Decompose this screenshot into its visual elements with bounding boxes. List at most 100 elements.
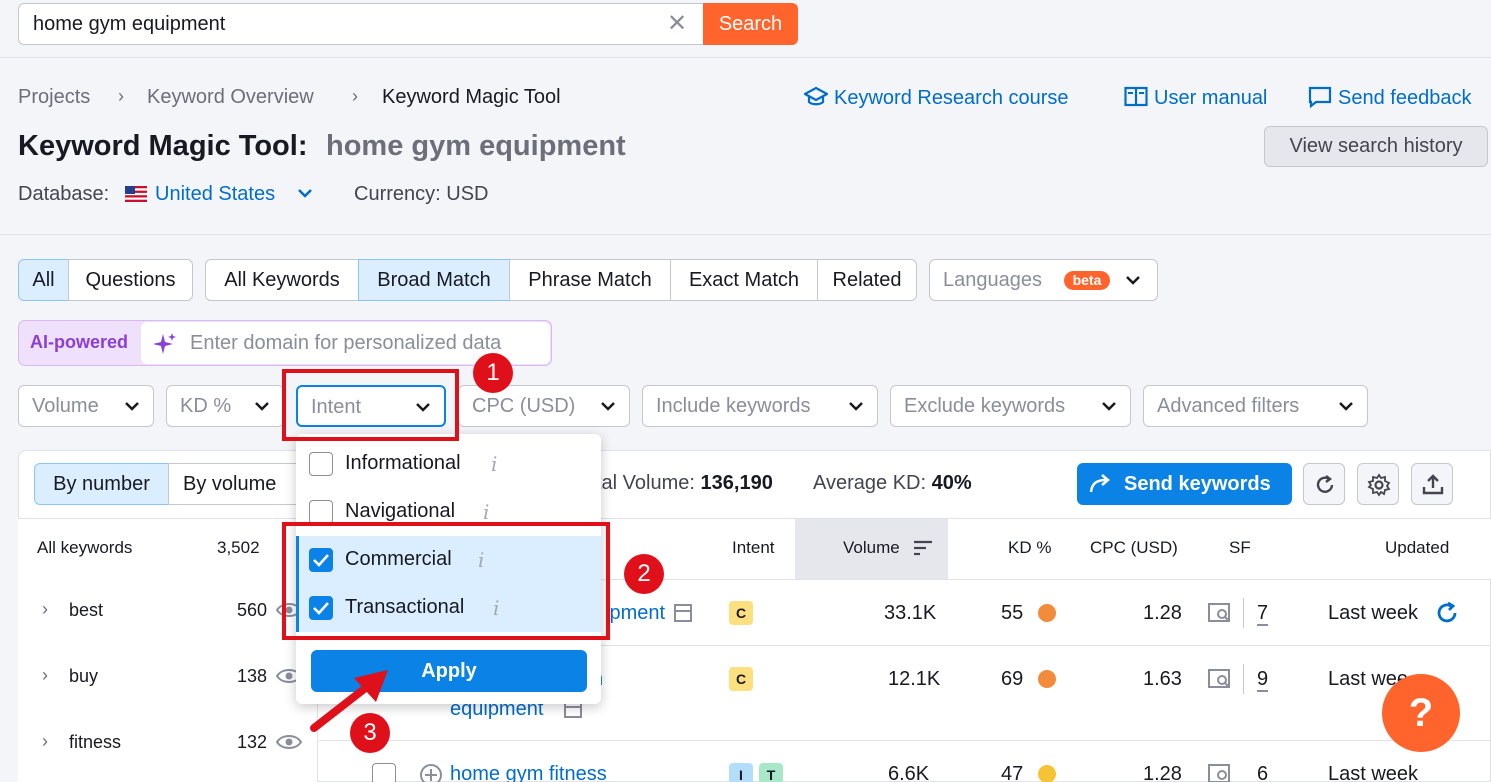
sparkle-icon — [153, 333, 176, 354]
add-circle-icon[interactable] — [419, 763, 443, 782]
chevron-right-icon: › — [352, 86, 358, 106]
tab-exact-match[interactable]: Exact Match — [670, 259, 818, 301]
filter-include-keywords[interactable]: Include keywords — [642, 385, 878, 427]
export-button[interactable] — [1411, 463, 1453, 505]
filter-advanced[interactable]: Advanced filters — [1143, 385, 1368, 427]
total-volume-label: tal Volume: — [596, 472, 695, 494]
column-header-cpc[interactable]: CPC (USD) — [1090, 538, 1178, 558]
group-count: 560 — [237, 600, 268, 620]
feedback-link[interactable]: Send feedback — [1308, 86, 1471, 110]
sort-icon[interactable] — [913, 539, 933, 557]
filter-kd[interactable]: KD % — [166, 385, 284, 427]
chevron-right-icon[interactable]: › — [42, 731, 48, 752]
intent-badge-commercial: C — [729, 601, 753, 625]
info-icon[interactable]: i — [483, 500, 489, 524]
tab-broad-match[interactable]: Broad Match — [358, 259, 510, 301]
kd-dot — [1038, 765, 1056, 782]
informational-label[interactable]: Informational — [345, 452, 461, 475]
annotation-box-intent — [282, 369, 459, 441]
kd-cell: 69 — [1001, 668, 1024, 690]
annotation-step-2: 2 — [624, 554, 664, 594]
chevron-down-icon — [1102, 402, 1116, 411]
informational-checkbox[interactable] — [309, 452, 333, 476]
refresh-button[interactable] — [1303, 463, 1345, 505]
keyword-link[interactable]: ipment — [605, 602, 665, 625]
volume-cell: 12.1K — [888, 668, 941, 690]
chevron-down-icon — [125, 402, 139, 411]
refresh-icon[interactable] — [1435, 601, 1459, 625]
page-query: home gym equipment — [326, 130, 626, 162]
filter-advanced-label: Advanced filters — [1157, 395, 1300, 417]
navigational-label[interactable]: Navigational — [345, 500, 455, 523]
kd-dot — [1038, 670, 1056, 688]
filter-cpc[interactable]: CPC (USD) — [458, 385, 630, 427]
tab-related[interactable]: Related — [817, 259, 917, 301]
languages-label: Languages — [943, 269, 1042, 291]
row-separator — [319, 740, 1491, 741]
row-checkbox[interactable] — [372, 763, 396, 782]
sf-count[interactable]: 7 — [1257, 602, 1268, 625]
filter-cpc-label: CPC (USD) — [472, 395, 576, 417]
column-header-kd[interactable]: KD % — [1008, 538, 1051, 558]
tab-questions[interactable]: Questions — [68, 259, 193, 301]
column-header-intent[interactable]: Intent — [732, 538, 775, 558]
serp-search-icon[interactable] — [1207, 762, 1233, 782]
refresh-icon — [1316, 475, 1334, 493]
ai-domain-placeholder: Enter domain for personalized data — [190, 332, 502, 354]
search-button[interactable]: Search — [703, 3, 798, 45]
total-volume: tal Volume: 136,190 — [596, 472, 773, 495]
page-title: Keyword Magic Tool: — [18, 130, 308, 162]
column-header-sf[interactable]: SF — [1229, 538, 1251, 558]
breadcrumb-keyword-overview[interactable]: Keyword Overview — [147, 86, 314, 109]
average-kd: Average KD: 40% — [813, 472, 972, 495]
help-button[interactable]: ? — [1382, 674, 1460, 752]
close-icon[interactable]: ✕ — [662, 10, 692, 38]
chevron-down-icon — [601, 402, 615, 411]
settings-button[interactable] — [1357, 463, 1399, 505]
filter-kd-label: KD % — [180, 395, 232, 417]
tab-phrase-match[interactable]: Phrase Match — [509, 259, 671, 301]
filter-exclude-keywords[interactable]: Exclude keywords — [890, 385, 1131, 427]
updated-cell: Last week — [1328, 763, 1419, 782]
group-item-buy[interactable]: buy — [69, 666, 98, 687]
average-kd-label: Average KD: — [813, 472, 927, 494]
beta-badge: beta — [1064, 271, 1110, 290]
sf-count[interactable]: 9 — [1257, 668, 1268, 691]
database-select[interactable]: United States — [155, 183, 275, 206]
currency-label: Currency: USD — [354, 183, 489, 205]
cpc-cell: 1.63 — [1143, 668, 1182, 690]
serp-search-icon[interactable] — [1207, 667, 1233, 691]
chevron-right-icon: › — [118, 86, 124, 106]
search-input[interactable] — [18, 3, 704, 45]
manual-link[interactable]: User manual — [1124, 86, 1267, 110]
toggle-by-volume[interactable]: By volume — [168, 463, 298, 505]
serp-search-icon[interactable] — [1207, 601, 1233, 625]
kd-cell: 55 — [1001, 602, 1024, 624]
book-icon — [1124, 86, 1148, 107]
group-item-fitness[interactable]: fitness — [69, 732, 121, 753]
toggle-by-number[interactable]: By number — [34, 463, 169, 505]
filter-exclude-label: Exclude keywords — [904, 395, 1066, 417]
chevron-down-icon[interactable] — [296, 186, 314, 200]
chevron-right-icon[interactable]: › — [42, 665, 48, 686]
group-item-best[interactable]: best — [69, 600, 103, 621]
kd-cell: 47 — [1001, 763, 1024, 782]
keyword-link[interactable]: home gym fitness — [450, 763, 607, 782]
info-icon[interactable]: i — [491, 452, 497, 476]
eye-icon[interactable] — [276, 732, 302, 752]
navigational-checkbox[interactable] — [309, 500, 333, 524]
cpc-cell: 1.28 — [1143, 602, 1182, 624]
breadcrumb-projects[interactable]: Projects — [18, 86, 90, 109]
tab-all-keywords[interactable]: All Keywords — [205, 259, 359, 301]
column-header-volume[interactable]: Volume — [843, 538, 900, 558]
serp-icon[interactable] — [673, 603, 693, 623]
filter-volume[interactable]: Volume — [18, 385, 154, 427]
us-flag-icon — [125, 186, 147, 202]
tab-all[interactable]: All — [18, 259, 69, 301]
chevron-right-icon[interactable]: › — [42, 599, 48, 620]
view-search-history-button[interactable]: View search history — [1264, 126, 1488, 167]
graduation-cap-icon — [802, 86, 830, 106]
sf-count[interactable]: 6 — [1257, 763, 1268, 782]
column-header-updated[interactable]: Updated — [1385, 538, 1449, 558]
course-link[interactable]: Keyword Research course — [802, 86, 1069, 110]
